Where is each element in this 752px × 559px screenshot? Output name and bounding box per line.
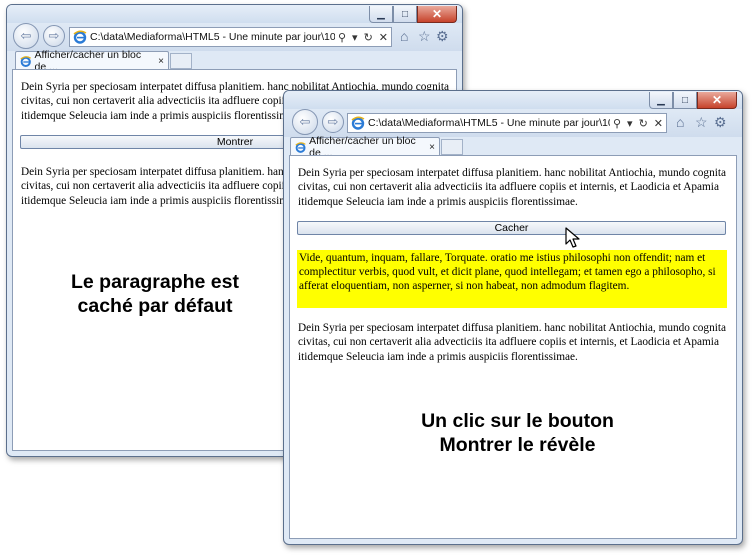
mouse-cursor-icon [565, 227, 580, 248]
refresh-icon[interactable]: ↻ [639, 117, 648, 130]
dropdown-icon[interactable]: ▾ [352, 31, 358, 44]
nav-bar: ⇦ ⇨ C:\data\Mediaforma\HTML5 - Une minut… [284, 109, 742, 137]
search-icon[interactable]: ⚲ [338, 31, 346, 44]
close-icon[interactable]: ✕ [417, 6, 457, 23]
home-icon[interactable]: ⌂ [400, 28, 408, 44]
new-tab-button[interactable] [170, 53, 192, 69]
window-controls: ▁ □ ✕ [369, 6, 457, 24]
caption-left-line1: Le paragraphe est [71, 271, 239, 293]
browser-window-2: ▁ □ ✕ ⇦ ⇨ C:\data\Mediaforma\HTML5 - Une… [283, 90, 743, 545]
caption-right-line2: Montrer le révèle [439, 434, 596, 456]
ie-logo-icon [295, 141, 306, 153]
search-icon[interactable]: ⚲ [613, 117, 621, 130]
home-icon[interactable]: ⌂ [676, 114, 684, 130]
refresh-icon[interactable]: ↻ [364, 31, 373, 44]
gear-icon[interactable]: ⚙ [714, 114, 727, 131]
ie-logo-icon [351, 116, 365, 130]
tab-close-icon[interactable]: × [429, 142, 435, 153]
hide-button[interactable]: Cacher [297, 221, 726, 235]
new-tab-button[interactable] [441, 139, 463, 155]
back-arrow-icon[interactable]: ⇦ [292, 109, 318, 135]
back-arrow-icon[interactable]: ⇦ [13, 23, 39, 49]
caption-right-line1: Un clic sur le bouton [421, 410, 614, 432]
title-bar[interactable]: ▁ □ ✕ [7, 5, 462, 25]
star-icon[interactable]: ☆ [418, 28, 431, 45]
address-bar[interactable]: C:\data\Mediaforma\HTML5 - Une minute pa… [347, 113, 667, 133]
dropdown-icon[interactable]: ▾ [627, 117, 633, 130]
ie-logo-icon [20, 55, 32, 67]
forward-arrow-icon[interactable]: ⇨ [322, 111, 344, 133]
paragraph-top: Dein Syria per speciosam interpatet diff… [298, 167, 727, 208]
title-bar[interactable]: ▁ □ ✕ [284, 91, 742, 111]
tab-active[interactable]: Afficher/cacher un bloc de ... × [15, 49, 169, 73]
minimize-icon[interactable]: ▁ [369, 6, 393, 23]
caption-left: Le paragraphe est caché par défaut [40, 270, 270, 318]
tab-strip: Afficher/cacher un bloc de ... × [7, 49, 462, 73]
tab-strip: Afficher/cacher un bloc de ... × [284, 135, 742, 159]
tab-close-icon[interactable]: × [158, 56, 164, 67]
address-bar[interactable]: C:\data\Mediaforma\HTML5 - Une minute pa… [69, 27, 392, 47]
nav-bar: ⇦ ⇨ C:\data\Mediaforma\HTML5 - Une minut… [7, 23, 462, 51]
window-controls: ▁ □ ✕ [649, 92, 737, 110]
close-icon[interactable]: ✕ [697, 92, 737, 109]
url-text: C:\data\Mediaforma\HTML5 - Une minute pa… [90, 31, 335, 43]
paragraph-bottom: Dein Syria per speciosam interpatet diff… [298, 322, 727, 363]
ie-logo-icon [73, 30, 87, 44]
tab-active[interactable]: Afficher/cacher un bloc de ... × [290, 135, 440, 159]
revealed-paragraph: Vide, quantum, inquam, fallare, Torquate… [297, 250, 727, 308]
minimize-icon[interactable]: ▁ [649, 92, 673, 109]
caption-left-line2: caché par défaut [77, 295, 233, 317]
maximize-icon[interactable]: □ [673, 92, 697, 109]
forward-arrow-icon[interactable]: ⇨ [43, 25, 65, 47]
page-content: Dein Syria per speciosam interpatet diff… [289, 155, 737, 539]
close-icon[interactable]: ✕ [379, 31, 388, 44]
maximize-icon[interactable]: □ [393, 6, 417, 23]
gear-icon[interactable]: ⚙ [436, 28, 449, 45]
close-icon[interactable]: ✕ [654, 117, 663, 130]
caption-right: Un clic sur le bouton Montrer le révèle [395, 409, 640, 457]
star-icon[interactable]: ☆ [695, 114, 708, 131]
url-text: C:\data\Mediaforma\HTML5 - Une minute pa… [368, 117, 610, 129]
